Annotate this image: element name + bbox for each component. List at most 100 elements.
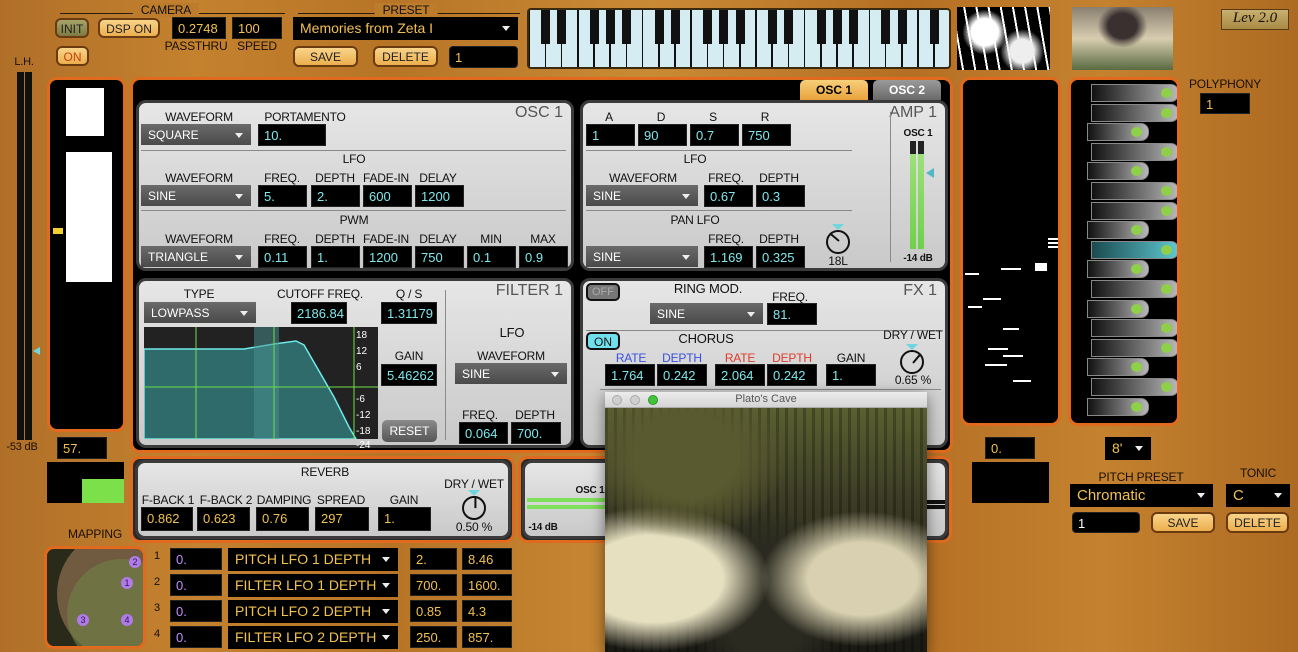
- lh-level-marker[interactable]: [33, 347, 40, 355]
- filter-lfo-depth-field[interactable]: 700.: [511, 422, 561, 444]
- mapping-max-field[interactable]: 4.3: [462, 600, 512, 622]
- mapping-min-field[interactable]: 700.: [410, 574, 457, 596]
- pitch-key[interactable]: [1091, 319, 1177, 338]
- piano-black-key[interactable]: [719, 10, 729, 44]
- attack-field[interactable]: 1: [586, 124, 635, 146]
- pitch-key[interactable]: [1087, 299, 1149, 318]
- cutoff-field[interactable]: 2186.84: [291, 302, 347, 324]
- pitch-key[interactable]: [1091, 142, 1177, 161]
- pwm-min-field[interactable]: 0.1: [467, 246, 516, 268]
- chorus-rate1-field[interactable]: 1.764: [605, 364, 655, 386]
- pitch-preset-save-button[interactable]: SAVE: [1151, 512, 1215, 533]
- passthru-field[interactable]: 0.2748: [172, 17, 226, 39]
- fback1-field[interactable]: 0.862: [141, 507, 193, 531]
- piano-black-key[interactable]: [606, 10, 615, 44]
- filter-response-graph[interactable]: 18 12 6 -6 -12 -18 -24: [144, 327, 378, 451]
- ring-mod-toggle[interactable]: OFF: [586, 283, 620, 301]
- release-field[interactable]: 750: [742, 124, 791, 146]
- pitch-key[interactable]: [1087, 162, 1149, 181]
- mapping-min-field[interactable]: 250.: [410, 626, 457, 648]
- piano-black-key[interactable]: [930, 10, 939, 44]
- amp-level-marker[interactable]: [926, 168, 934, 178]
- piano-black-key[interactable]: [832, 10, 842, 44]
- pitch-preset-delete-button[interactable]: DELETE: [1226, 512, 1289, 533]
- preset-save-button[interactable]: SAVE: [293, 46, 358, 67]
- osc1-lfo-freq-field[interactable]: 5.: [258, 185, 307, 207]
- filter-type-dropdown[interactable]: LOWPASS: [144, 302, 256, 323]
- pitch-key[interactable]: [1091, 240, 1177, 259]
- pan-knob[interactable]: [826, 230, 850, 254]
- ring-waveform-dropdown[interactable]: SINE: [650, 303, 763, 324]
- portamento-field[interactable]: 10.: [258, 124, 326, 146]
- mapping-min-field[interactable]: 0.85: [410, 600, 457, 622]
- mapping-target-dropdown[interactable]: FILTER LFO 1 DEPTH: [228, 574, 398, 597]
- reverb-gain-field[interactable]: 1.: [378, 507, 431, 531]
- amp-lfo-freq-field[interactable]: 0.67: [704, 185, 753, 207]
- piano-black-key[interactable]: [897, 10, 907, 44]
- piano-black-key[interactable]: [735, 10, 745, 44]
- mapping-value-field[interactable]: 0.: [170, 600, 222, 622]
- preset-dropdown[interactable]: Memories from Zeta I: [293, 17, 518, 40]
- decay-field[interactable]: 90: [638, 124, 687, 146]
- pitch-key[interactable]: [1087, 397, 1149, 416]
- dsp-on-button[interactable]: DSP ON: [98, 18, 160, 38]
- pitch-key[interactable]: [1087, 221, 1149, 240]
- speed-field[interactable]: 100: [232, 17, 282, 39]
- piano-black-key[interactable]: [622, 10, 632, 44]
- mapping-max-field[interactable]: 1600.: [462, 574, 512, 596]
- filter-gain-field[interactable]: 5.46262: [381, 364, 437, 386]
- mapping-point-3[interactable]: 3: [77, 614, 89, 626]
- spread-field[interactable]: 297: [315, 507, 369, 531]
- pwm-freq-field[interactable]: 0.11: [258, 246, 307, 268]
- camera-on-button[interactable]: ON: [56, 46, 89, 66]
- osc1-waveform-dropdown[interactable]: SQUARE: [141, 124, 251, 145]
- filter-lfo-waveform-dropdown[interactable]: SINE: [455, 363, 567, 384]
- q-field[interactable]: 1.31179: [381, 302, 437, 324]
- octave-dropdown[interactable]: 8': [1105, 437, 1151, 460]
- fback2-field[interactable]: 0.623: [197, 507, 250, 531]
- pitch-key[interactable]: [1091, 378, 1177, 396]
- lh-value-field[interactable]: 57.: [57, 437, 107, 459]
- preset-delete-button[interactable]: DELETE: [373, 46, 438, 67]
- ring-freq-field[interactable]: 81.: [767, 303, 817, 325]
- piano-black-key[interactable]: [768, 10, 777, 44]
- chorus-depth2-field[interactable]: 0.242: [767, 364, 817, 386]
- piano-keyboard[interactable]: [527, 8, 951, 69]
- piano-black-key[interactable]: [849, 10, 858, 44]
- mapping-target-dropdown[interactable]: PITCH LFO 1 DEPTH: [228, 548, 398, 571]
- mapping-max-field[interactable]: 8.46: [462, 548, 512, 570]
- amp-lfo-depth-field[interactable]: 0.3: [756, 185, 805, 207]
- polyphony-field[interactable]: 1: [1200, 93, 1250, 114]
- piano-black-key[interactable]: [557, 10, 567, 44]
- mapping-point-2[interactable]: 2: [129, 556, 141, 568]
- rh-value-field[interactable]: 0.: [985, 437, 1035, 459]
- pan-lfo-waveform-dropdown[interactable]: SINE: [586, 246, 698, 267]
- pitch-key[interactable]: [1087, 260, 1149, 279]
- pwm-depth-field[interactable]: 1.: [311, 246, 360, 268]
- chorus-drywet-knob[interactable]: [900, 350, 924, 374]
- chorus-rate2-field[interactable]: 2.064: [715, 364, 765, 386]
- mapping-min-field[interactable]: 2.: [410, 548, 457, 570]
- window-titlebar[interactable]: Plato's Cave: [605, 392, 927, 408]
- pitch-preset-number-field[interactable]: 1: [1072, 512, 1140, 533]
- tonic-dropdown[interactable]: C: [1226, 484, 1290, 507]
- pan-lfo-depth-field[interactable]: 0.325: [756, 246, 805, 268]
- osc1-lfo-depth-field[interactable]: 2.: [311, 185, 360, 207]
- mapping-xy-pad[interactable]: 1 2 3 4: [44, 546, 146, 649]
- mapping-max-field[interactable]: 857.: [462, 626, 512, 648]
- pwm-fadein-field[interactable]: 1200: [363, 246, 412, 268]
- pitch-key[interactable]: [1091, 280, 1177, 298]
- mapping-value-field[interactable]: 0.: [170, 574, 222, 596]
- mapping-point-4[interactable]: 4: [121, 614, 133, 626]
- mapping-value-field[interactable]: 0.: [170, 548, 222, 570]
- pitch-key[interactable]: [1091, 103, 1177, 122]
- mapping-point-1[interactable]: 1: [121, 577, 133, 589]
- mapping-value-field[interactable]: 0.: [170, 626, 222, 648]
- filter-lfo-freq-field[interactable]: 0.064: [459, 422, 508, 444]
- pitch-preset-dropdown[interactable]: Chromatic: [1070, 484, 1213, 507]
- pitch-key[interactable]: [1087, 358, 1149, 377]
- pwm-delay-field[interactable]: 750: [415, 246, 464, 268]
- pan-lfo-freq-field[interactable]: 1.169: [704, 246, 753, 268]
- pitch-key[interactable]: [1091, 338, 1177, 357]
- pwm-waveform-dropdown[interactable]: TRIANGLE: [141, 246, 251, 267]
